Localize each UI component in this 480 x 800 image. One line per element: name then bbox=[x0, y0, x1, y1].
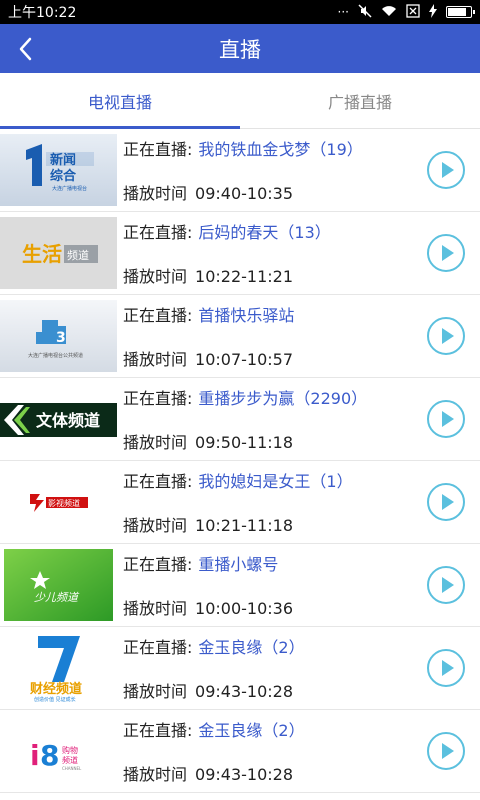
list-item[interactable]: 文体频道 正在直播: 重播步步为赢（2290） 播放时间 09:50-11:18 bbox=[0, 378, 480, 461]
mute-icon bbox=[358, 4, 372, 20]
status-time: 上午10:22 bbox=[8, 5, 77, 21]
sim-icon bbox=[406, 4, 420, 20]
play-button[interactable] bbox=[426, 399, 466, 439]
air-time: 09:50-11:18 bbox=[195, 433, 294, 452]
svg-text:i: i bbox=[30, 739, 40, 772]
time-label: 播放时间 bbox=[123, 433, 188, 452]
live-label: 正在直播: bbox=[123, 472, 193, 491]
svg-text:频道: 频道 bbox=[62, 755, 78, 765]
list-item[interactable]: 少儿频道 正在直播: 重播小螺号 播放时间 10:00-10:36 bbox=[0, 544, 480, 627]
program-name: 重播小螺号 bbox=[198, 555, 279, 574]
list-item[interactable]: 财经频道 创造价值 见证成长 正在直播: 金玉良缘（2） 播放时间 09:43-10… bbox=[0, 627, 480, 710]
back-button[interactable] bbox=[14, 36, 40, 62]
live-label: 正在直播: bbox=[123, 721, 193, 740]
time-label: 播放时间 bbox=[123, 682, 188, 701]
time-label: 播放时间 bbox=[123, 184, 188, 203]
live-label: 正在直播: bbox=[123, 638, 193, 657]
svg-text:生活: 生活 bbox=[22, 242, 62, 266]
program-name: 首播快乐驿站 bbox=[198, 306, 295, 325]
svg-text:影视频道: 影视频道 bbox=[48, 498, 80, 508]
play-button[interactable] bbox=[426, 233, 466, 273]
program-name: 金玉良缘（2） bbox=[198, 638, 305, 657]
play-icon bbox=[427, 234, 465, 272]
play-icon bbox=[427, 151, 465, 189]
air-time: 10:07-10:57 bbox=[195, 350, 294, 369]
svg-text:购物: 购物 bbox=[62, 745, 78, 755]
play-icon bbox=[427, 649, 465, 687]
svg-text:大连广播电视台: 大连广播电视台 bbox=[52, 185, 87, 192]
status-bar: 上午10:22 ··· bbox=[0, 0, 480, 24]
list-item[interactable]: 3 大连广播电视台公共频道 正在直播: 首播快乐驿站 播放时间 10:07-10:5… bbox=[0, 295, 480, 378]
channel-3-public-logo: 3 大连广播电视台公共频道 bbox=[0, 300, 117, 372]
battery-icon bbox=[446, 6, 475, 18]
list-item[interactable]: 新闻 综合 大连广播电视台 正在直播: 我的铁血金戈梦（19） 播放时间 09:40… bbox=[0, 129, 480, 212]
play-icon bbox=[427, 317, 465, 355]
live-label: 正在直播: bbox=[123, 223, 193, 242]
tab-radio-live[interactable]: 广播直播 bbox=[240, 73, 480, 128]
play-button[interactable] bbox=[426, 565, 466, 605]
play-icon bbox=[427, 732, 465, 770]
air-time: 09:40-10:35 bbox=[195, 184, 294, 203]
play-icon bbox=[427, 400, 465, 438]
play-button[interactable] bbox=[426, 731, 466, 771]
svg-text:大连广播电视台公共频道: 大连广播电视台公共频道 bbox=[28, 352, 83, 359]
back-arrow-icon bbox=[19, 37, 32, 61]
play-icon bbox=[427, 483, 465, 521]
program-name: 金玉良缘（2） bbox=[198, 721, 305, 740]
program-name: 重播步步为赢（2290） bbox=[198, 389, 368, 408]
svg-text:3: 3 bbox=[56, 330, 66, 346]
shopping-channel-logo: i 8 购物 频道 CHANNEL bbox=[0, 715, 117, 787]
page-title: 直播 bbox=[219, 37, 261, 62]
list-item[interactable]: i 8 购物 频道 CHANNEL 正在直播: 金玉良缘（2） 播放时间 09:43… bbox=[0, 710, 480, 793]
time-label: 播放时间 bbox=[123, 765, 188, 784]
list-item[interactable]: 影视频道 正在直播: 我的媳妇是女王（1） 播放时间 10:21-11:18 bbox=[0, 461, 480, 544]
svg-text:CHANNEL: CHANNEL bbox=[62, 766, 82, 771]
air-time: 09:43-10:28 bbox=[195, 682, 294, 701]
svg-text:新闻: 新闻 bbox=[50, 152, 76, 168]
live-label: 正在直播: bbox=[123, 140, 193, 159]
svg-text:频道: 频道 bbox=[67, 248, 89, 262]
app-bar: 直播 bbox=[0, 24, 480, 73]
live-label: 正在直播: bbox=[123, 389, 193, 408]
time-label: 播放时间 bbox=[123, 599, 188, 618]
program-name: 我的媳妇是女王（1） bbox=[198, 472, 353, 491]
time-label: 播放时间 bbox=[123, 516, 188, 535]
kids-channel-logo: 少儿频道 bbox=[0, 549, 117, 621]
charging-icon bbox=[429, 4, 437, 20]
svg-text:文体频道: 文体频道 bbox=[36, 411, 100, 430]
tab-tv-live[interactable]: 电视直播 bbox=[0, 73, 240, 129]
tab-bar: 电视直播 广播直播 bbox=[0, 73, 480, 129]
program-name: 后妈的春天（13） bbox=[198, 223, 331, 242]
channel-list: 新闻 综合 大连广播电视台 正在直播: 我的铁血金戈梦（19） 播放时间 09:40… bbox=[0, 129, 480, 793]
air-time: 10:22-11:21 bbox=[195, 267, 294, 286]
finance-channel-logo: 财经频道 创造价值 见证成长 bbox=[0, 632, 117, 704]
live-label: 正在直播: bbox=[123, 555, 193, 574]
air-time: 10:00-10:36 bbox=[195, 599, 294, 618]
sports-channel-logo: 文体频道 bbox=[0, 383, 117, 455]
play-button[interactable] bbox=[426, 482, 466, 522]
live-label: 正在直播: bbox=[123, 306, 193, 325]
more-icon: ··· bbox=[337, 5, 349, 19]
status-icons: ··· bbox=[337, 4, 475, 20]
time-label: 播放时间 bbox=[123, 350, 188, 369]
play-button[interactable] bbox=[426, 150, 466, 190]
play-button[interactable] bbox=[426, 648, 466, 688]
svg-text:财经频道: 财经频道 bbox=[30, 681, 82, 697]
air-time: 10:21-11:18 bbox=[195, 516, 294, 535]
life-channel-logo: 生活 频道 bbox=[0, 217, 117, 289]
list-item[interactable]: 生活 频道 正在直播: 后妈的春天（13） 播放时间 10:22-11:21 bbox=[0, 212, 480, 295]
svg-text:8: 8 bbox=[40, 739, 59, 772]
play-button[interactable] bbox=[426, 316, 466, 356]
air-time: 09:43-10:28 bbox=[195, 765, 294, 784]
svg-text:综合: 综合 bbox=[50, 168, 77, 184]
play-icon bbox=[427, 566, 465, 604]
channel-1-news-logo: 新闻 综合 大连广播电视台 bbox=[0, 134, 117, 206]
time-label: 播放时间 bbox=[123, 267, 188, 286]
film-channel-logo: 影视频道 bbox=[0, 466, 117, 538]
svg-text:少儿频道: 少儿频道 bbox=[34, 591, 80, 604]
program-name: 我的铁血金戈梦（19） bbox=[198, 140, 363, 159]
wifi-icon bbox=[381, 5, 397, 19]
svg-text:创造价值 见证成长: 创造价值 见证成长 bbox=[34, 696, 76, 703]
